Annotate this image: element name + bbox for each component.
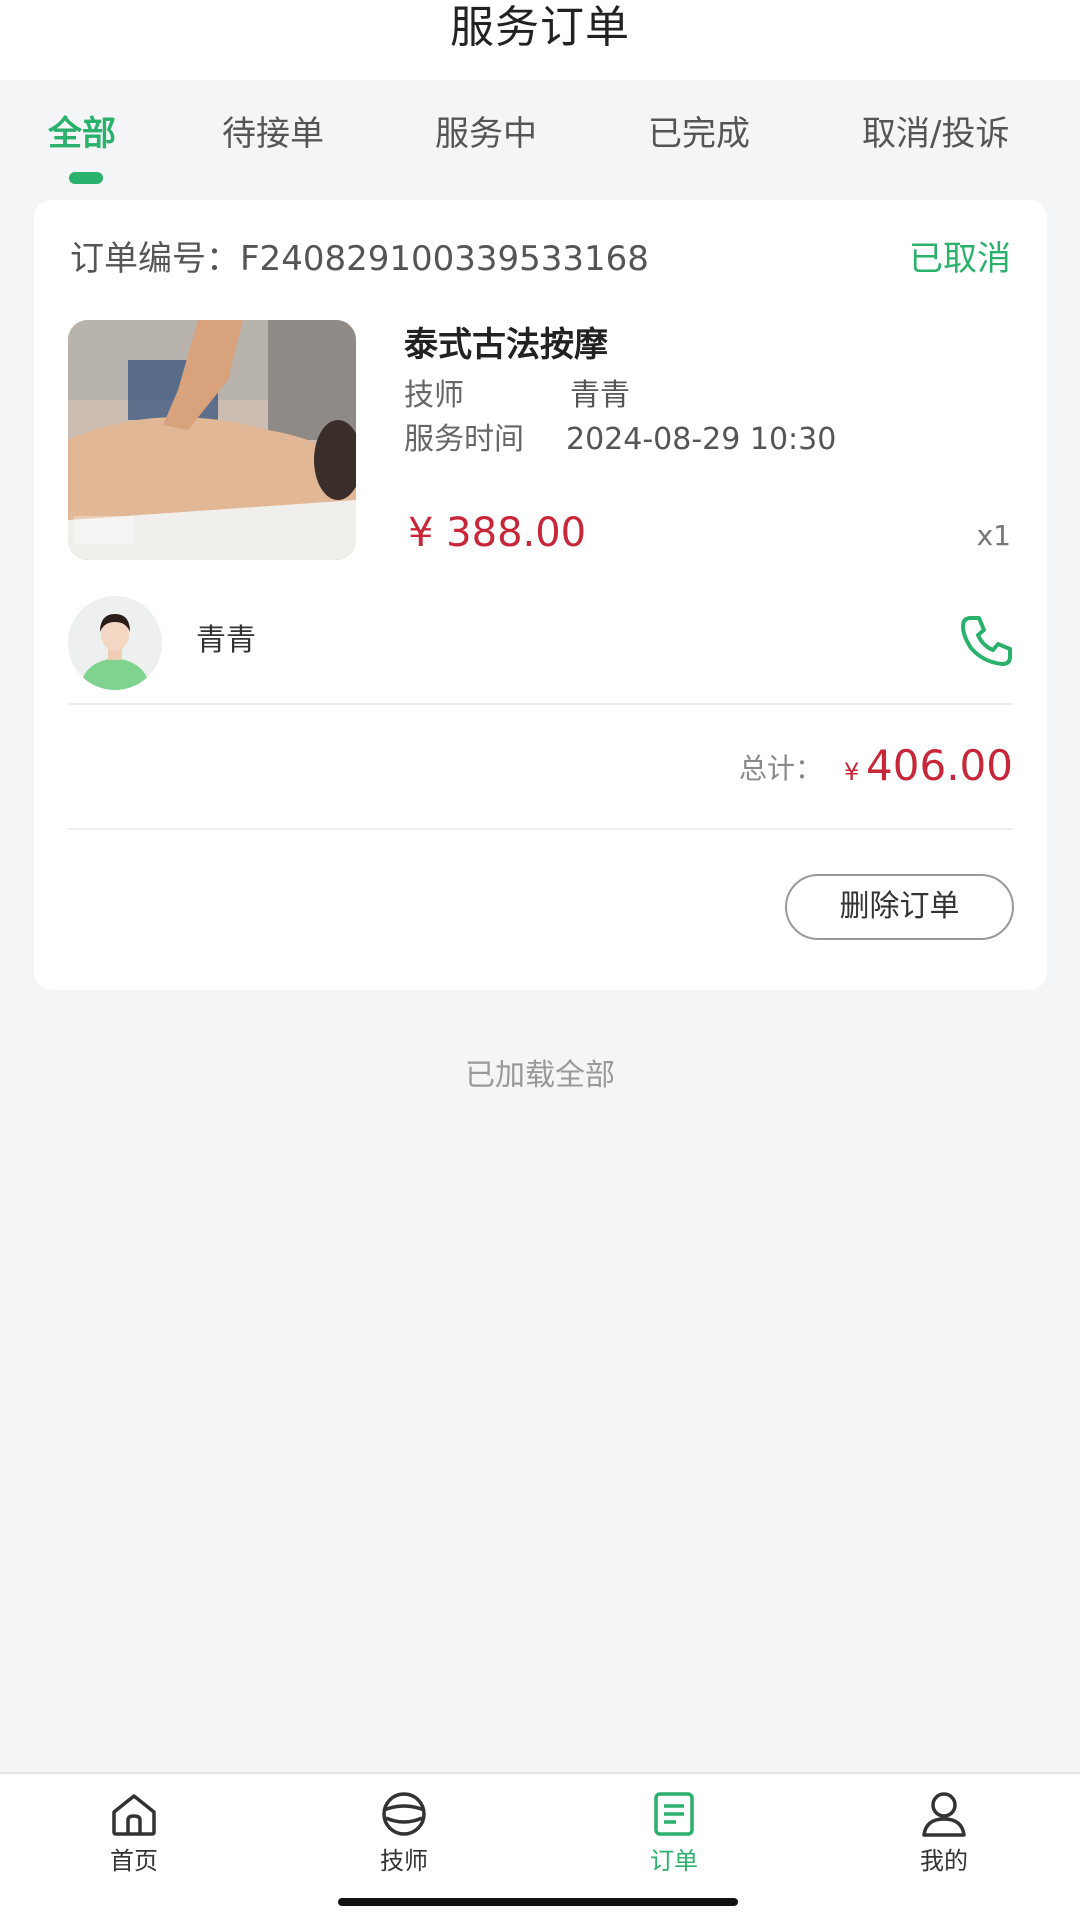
service-quantity: x1 xyxy=(976,519,1011,552)
technician-row: 技师 青青 xyxy=(404,376,630,416)
nav-item-home[interactable]: 首页 xyxy=(74,1788,194,1898)
order-status-badge: 已取消 xyxy=(909,239,1011,279)
service-time-row: 服务时间 2024-08-29 10:30 xyxy=(404,420,836,460)
total-amount: 406.00 xyxy=(866,741,1013,790)
card-divider xyxy=(68,703,1013,705)
home-icon xyxy=(112,1794,156,1836)
nav-item-technician[interactable]: 技师 xyxy=(344,1788,464,1898)
tab-completed[interactable]: 已完成 xyxy=(648,112,750,156)
total-currency: ¥ xyxy=(844,758,860,786)
tab-in-service[interactable]: 服务中 xyxy=(435,112,537,156)
order-number-value: F2408291003395331​68 xyxy=(240,239,649,279)
header: 服务订单 xyxy=(0,0,1080,80)
phone-icon[interactable] xyxy=(957,610,1017,670)
nav-label-technician: 技师 xyxy=(380,1847,428,1875)
service-price: ¥ 388.00 xyxy=(408,510,587,556)
nav-label-profile: 我的 xyxy=(920,1847,968,1875)
tab-all[interactable]: 全部 xyxy=(48,112,116,156)
nav-item-profile[interactable]: 我的 xyxy=(884,1788,1004,1898)
order-number: 订单编号：F2408291003395331​68 xyxy=(70,236,649,282)
order-tabs: 全部 待接单 服务中 已完成 取消/投诉 xyxy=(0,100,1080,190)
order-card[interactable]: 订单编号：F2408291003395331​68 已取消 泰式古法按摩 技师 … xyxy=(34,200,1047,990)
total-label: 总计： xyxy=(739,752,824,785)
order-list-page: 服务订单 全部 待接单 服务中 已完成 取消/投诉 订单编号：F24082910… xyxy=(0,0,1080,1920)
technician-avatar[interactable] xyxy=(68,596,162,690)
delete-order-button[interactable]: 删除订单 xyxy=(785,874,1014,940)
card-divider xyxy=(68,828,1013,830)
order-number-label: 订单编号： xyxy=(70,239,240,279)
technician-label: 技师 xyxy=(404,378,464,413)
page-title: 服务订单 xyxy=(450,2,630,53)
service-time-label: 服务时间 xyxy=(404,422,524,457)
technician-value: 青青 xyxy=(570,378,630,413)
order-icon xyxy=(654,1792,694,1836)
profile-icon xyxy=(922,1792,966,1837)
nav-label-order: 订单 xyxy=(650,1847,698,1875)
technician-name: 青青 xyxy=(196,623,256,658)
service-time-value: 2024-08-29 10:30 xyxy=(566,422,837,457)
service-thumbnail[interactable] xyxy=(68,320,356,560)
technician-icon xyxy=(382,1792,426,1836)
service-name[interactable]: 泰式古法按摩 xyxy=(404,322,608,368)
nav-item-order[interactable]: 订单 xyxy=(614,1788,734,1898)
tab-active-indicator xyxy=(69,172,103,184)
tab-pending[interactable]: 待接单 xyxy=(222,112,324,156)
home-indicator-bar xyxy=(338,1898,738,1906)
loaded-all-text: 已加载全部 xyxy=(465,1058,615,1093)
nav-label-home: 首页 xyxy=(110,1847,158,1875)
tab-cancel-complaint[interactable]: 取消/投诉 xyxy=(862,112,1009,156)
